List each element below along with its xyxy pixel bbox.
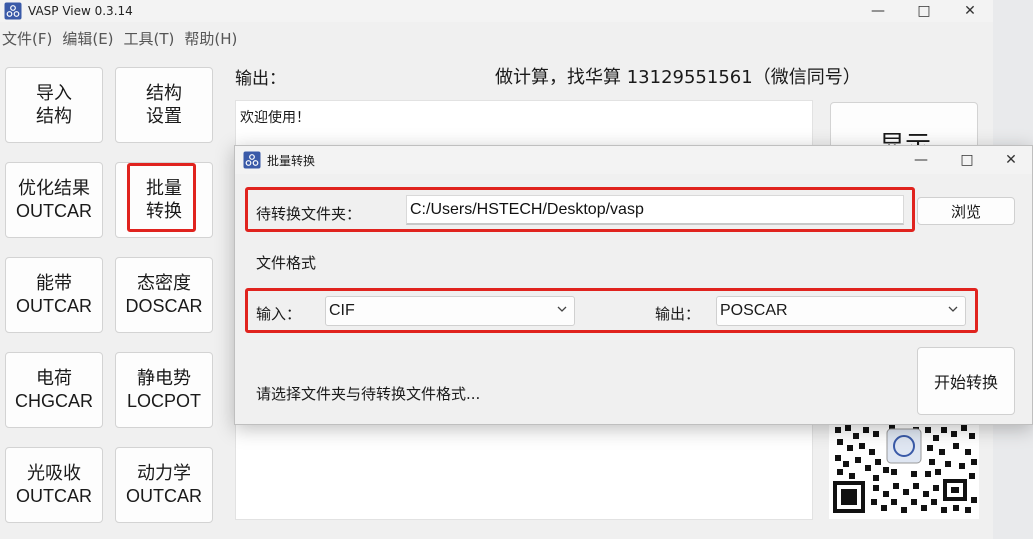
button-label: OUTCAR	[16, 486, 92, 506]
browse-button[interactable]: 浏览	[917, 197, 1015, 225]
optimization-outcar-button[interactable]: 优化结果 OUTCAR	[5, 162, 103, 238]
optical-outcar-button[interactable]: 光吸收 OUTCAR	[5, 447, 103, 523]
button-label: 电荷	[36, 368, 72, 389]
button-label: 光吸收	[27, 463, 81, 484]
app-icon	[243, 151, 261, 169]
close-icon[interactable]: ✕	[947, 0, 993, 22]
button-label: 能带	[36, 273, 72, 294]
button-label: LOCPOT	[126, 391, 201, 411]
input-format-select[interactable]: CIF	[325, 296, 575, 326]
button-label: DOSCAR	[125, 296, 203, 316]
window-title: VASP View 0.3.14	[28, 4, 133, 18]
button-label: CHGCAR	[14, 391, 93, 411]
output-format-label: 输出：	[655, 305, 701, 323]
button-label: 设置	[146, 106, 182, 127]
dynamics-outcar-button[interactable]: 动力学 OUTCAR	[115, 447, 213, 523]
structure-settings-button[interactable]: 结构 设置	[115, 67, 213, 143]
folder-path-input[interactable]: C:/Users/HSTECH/Desktop/vasp	[406, 195, 904, 225]
charge-chgcar-button[interactable]: 电荷 CHGCAR	[5, 352, 103, 428]
band-outcar-button[interactable]: 能带 OUTCAR	[5, 257, 103, 333]
start-convert-button[interactable]: 开始转换	[917, 347, 1015, 415]
file-format-label: 文件格式	[256, 254, 317, 272]
minimize-icon[interactable]: —	[855, 0, 901, 22]
button-label: 结构	[146, 83, 182, 104]
menu-edit[interactable]: 编辑(E)	[60, 26, 121, 50]
minimize-icon[interactable]: —	[898, 146, 944, 174]
button-label: 动力学	[137, 463, 191, 484]
button-label: 优化结果	[18, 178, 90, 199]
maximize-icon[interactable]: □	[944, 146, 990, 174]
menu-help[interactable]: 帮助(H)	[182, 26, 245, 50]
output-label: 输出：	[235, 69, 286, 89]
button-label: OUTCAR	[16, 201, 92, 221]
button-label: OUTCAR	[126, 486, 202, 506]
output-format-select[interactable]: POSCAR	[716, 296, 966, 326]
output-format-value: POSCAR	[720, 302, 788, 319]
chevron-down-icon	[948, 306, 958, 312]
menu-file[interactable]: 文件(F)	[0, 26, 60, 50]
folder-label: 待转换文件夹：	[256, 205, 362, 223]
main-titlebar: VASP View 0.3.14	[0, 0, 993, 22]
button-label: 导入	[36, 83, 72, 104]
electrostatic-locpot-button[interactable]: 静电势 LOCPOT	[115, 352, 213, 428]
input-format-value: CIF	[329, 302, 355, 319]
maximize-icon[interactable]: □	[901, 0, 947, 22]
input-format-label: 输入：	[256, 305, 302, 323]
app-icon	[4, 2, 22, 20]
menu-tools[interactable]: 工具(T)	[122, 26, 183, 50]
qr-code	[829, 419, 979, 519]
button-label: 结构	[36, 106, 72, 127]
button-label: 态密度	[137, 273, 191, 294]
batch-convert-dialog: 批量转换 — □ ✕ 待转换文件夹： C:/Users/HSTECH/Deskt…	[234, 145, 1033, 425]
button-label: 静电势	[137, 368, 191, 389]
menubar: 文件(F) 编辑(E) 工具(T) 帮助(H)	[0, 26, 245, 50]
import-structure-button[interactable]: 导入 结构	[5, 67, 103, 143]
dialog-title: 批量转换	[267, 153, 316, 168]
button-label: OUTCAR	[16, 296, 92, 316]
batch-convert-highlight	[127, 163, 196, 232]
status-text: 请选择文件夹与待转换文件格式...	[256, 385, 481, 403]
close-icon[interactable]: ✕	[988, 146, 1033, 174]
chevron-down-icon	[557, 306, 567, 312]
welcome-text: 欢迎使用！	[240, 110, 310, 126]
dos-doscar-button[interactable]: 态密度 DOSCAR	[115, 257, 213, 333]
contact-info: 做计算，找华算 13129551561（微信同号）	[495, 67, 861, 88]
